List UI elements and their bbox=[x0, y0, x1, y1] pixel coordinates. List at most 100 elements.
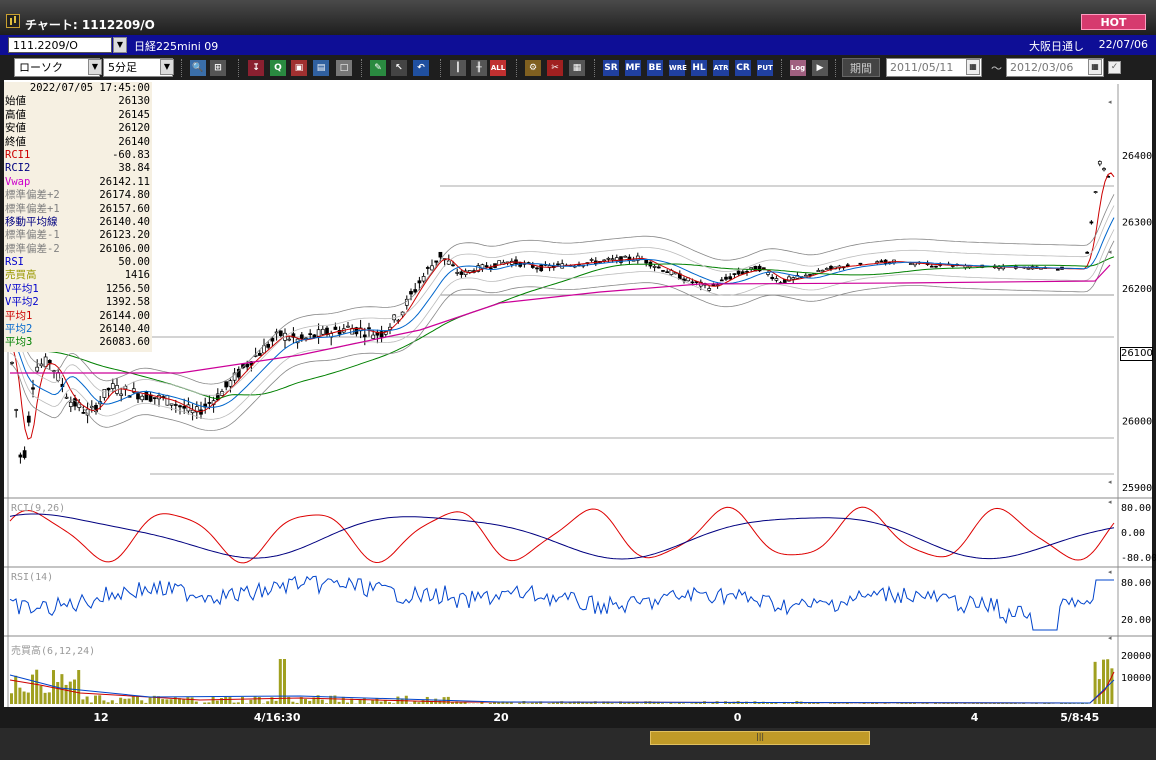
candle-body bbox=[690, 281, 695, 284]
candle-body bbox=[661, 270, 665, 272]
volume-bar bbox=[971, 703, 975, 704]
info-row: RSI 50.00 bbox=[4, 256, 152, 269]
candle-body bbox=[1085, 251, 1090, 254]
volume-bar bbox=[43, 692, 47, 704]
volume-bar bbox=[808, 703, 811, 704]
volume-bar bbox=[123, 698, 127, 704]
volume-bar bbox=[690, 703, 694, 704]
info-row: RCI1 -60.83 bbox=[4, 149, 152, 162]
candle-body bbox=[430, 265, 434, 271]
volume-bar bbox=[10, 693, 13, 704]
volume-bar bbox=[812, 703, 816, 704]
volume-bar bbox=[169, 699, 173, 704]
info-row-value: 26106.00 bbox=[99, 242, 150, 255]
info-row: 標準偏差-2 26106.00 bbox=[4, 243, 152, 256]
volume-bar bbox=[106, 702, 110, 704]
volume-bar bbox=[257, 697, 261, 704]
volume-bar bbox=[585, 702, 589, 704]
volume-bar bbox=[682, 703, 685, 704]
info-row: 平均1 26144.00 bbox=[4, 310, 152, 323]
x-axis-label: 4/16:30 bbox=[253, 711, 301, 724]
candle-body bbox=[1097, 161, 1102, 165]
volume-bar bbox=[669, 702, 673, 704]
volume-bar bbox=[220, 698, 223, 704]
volume-bar bbox=[988, 703, 992, 704]
candle-body bbox=[644, 259, 649, 264]
info-row-value: 38.84 bbox=[118, 162, 150, 175]
volume-bar bbox=[266, 701, 270, 704]
rsi-label: RSI(14) bbox=[11, 572, 54, 583]
volume-bar bbox=[182, 699, 186, 704]
volume-bar bbox=[337, 701, 341, 704]
x-axis-band bbox=[4, 707, 1152, 728]
volume-bar bbox=[253, 696, 257, 704]
info-row: 平均3 26083.60 bbox=[4, 336, 152, 349]
volume-bar bbox=[346, 702, 349, 704]
panel-marker-icon: ◂ bbox=[1108, 634, 1112, 642]
volume-bar bbox=[488, 702, 492, 704]
vwap-line bbox=[10, 264, 1111, 374]
volume-bar bbox=[610, 703, 614, 704]
volume-bar bbox=[388, 702, 391, 704]
rci-tick-80: 80.00 bbox=[1121, 503, 1152, 514]
volume-bar bbox=[320, 699, 324, 704]
info-row-value: 26157.60 bbox=[99, 202, 150, 215]
chart-scrollbar[interactable] bbox=[0, 728, 1156, 760]
volume-bar bbox=[304, 698, 307, 704]
info-row-label: 高値 bbox=[5, 108, 26, 121]
panel-marker-icon: ◂ bbox=[1108, 248, 1112, 256]
price-axis-label: 26000 bbox=[1122, 417, 1152, 428]
candle-body bbox=[144, 391, 149, 401]
info-row-value: 1256.50 bbox=[105, 282, 150, 295]
rsi-tick-80: 80.00 bbox=[1121, 578, 1152, 589]
x-axis-label: 0 bbox=[733, 711, 742, 724]
volume-bar bbox=[417, 702, 421, 704]
candle-body bbox=[425, 267, 430, 269]
info-row-label: 標準偏差+1 bbox=[5, 202, 60, 215]
price-axis-label: 25900 bbox=[1122, 483, 1152, 494]
candle-body bbox=[148, 394, 153, 402]
volume-bar bbox=[623, 702, 627, 704]
volume-bar bbox=[241, 696, 244, 704]
candle-body bbox=[31, 387, 35, 390]
panel-marker-icon: ◂ bbox=[1108, 478, 1112, 486]
candle-body bbox=[266, 343, 271, 348]
x-axis-label: 12 bbox=[93, 711, 109, 724]
candle-body bbox=[22, 450, 27, 458]
info-row: 終値 26140 bbox=[4, 136, 152, 149]
candle-body bbox=[47, 360, 52, 364]
candle-body bbox=[1102, 168, 1106, 171]
rci-tick-minus80: -80.00 bbox=[1121, 553, 1156, 564]
volume-bar bbox=[295, 702, 299, 704]
volume-bar bbox=[278, 659, 282, 704]
info-row-label: 平均2 bbox=[5, 323, 33, 336]
info-row: 高値 26145 bbox=[4, 109, 152, 122]
candle-body bbox=[761, 267, 766, 270]
volume-tick-10000: 10000 bbox=[1121, 673, 1152, 684]
volume-bar bbox=[148, 697, 152, 704]
candle-body bbox=[606, 257, 611, 260]
candle-body bbox=[18, 454, 23, 458]
candle-body bbox=[257, 352, 262, 356]
info-row-label: 標準偏差-1 bbox=[5, 229, 60, 242]
candle-body bbox=[808, 274, 812, 276]
candle-body bbox=[589, 259, 594, 261]
volume-bar bbox=[94, 695, 97, 704]
volume-bar bbox=[404, 695, 408, 704]
scroll-thumb[interactable] bbox=[650, 731, 870, 745]
candle-body bbox=[535, 267, 539, 270]
candle-body bbox=[110, 383, 115, 389]
info-row-value: 26140.40 bbox=[99, 323, 150, 336]
candle-body bbox=[879, 260, 884, 263]
volume-bar bbox=[85, 696, 89, 704]
candle-body bbox=[371, 334, 376, 339]
candle-body bbox=[199, 409, 203, 415]
candle-body bbox=[467, 270, 472, 273]
candle-body bbox=[190, 409, 195, 414]
volume-bar bbox=[144, 702, 148, 704]
volume-bar bbox=[31, 674, 34, 704]
info-row-value: -60.83 bbox=[112, 148, 150, 161]
info-row-value: 26142.11 bbox=[99, 175, 150, 188]
candle-body bbox=[434, 260, 439, 263]
candle-body bbox=[459, 271, 464, 275]
